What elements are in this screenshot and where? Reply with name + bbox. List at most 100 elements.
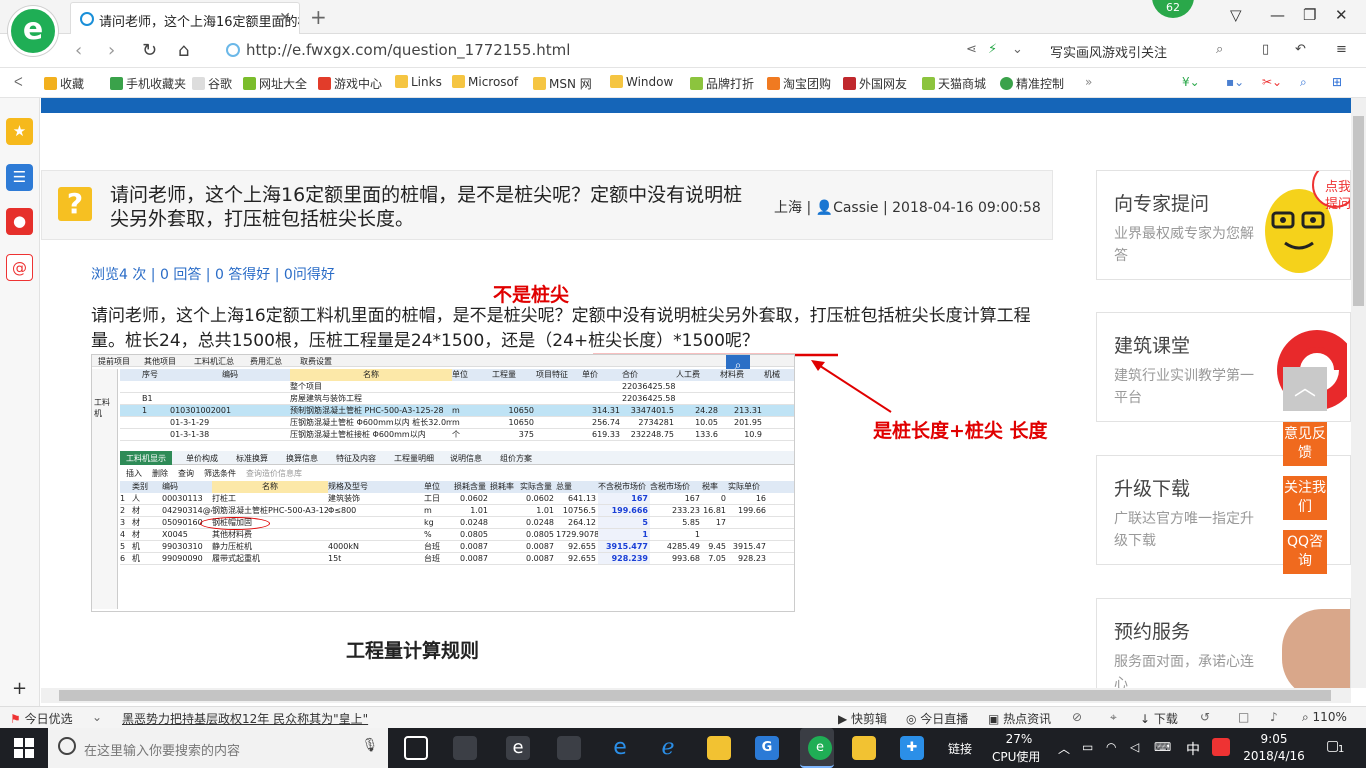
forward-icon[interactable]: › xyxy=(108,40,115,61)
back-icon[interactable]: ‹ xyxy=(75,40,82,61)
back-to-top-icon[interactable]: ︿ xyxy=(1283,367,1327,411)
add-icon[interactable]: + xyxy=(12,678,27,699)
reader-icon[interactable]: ☰ xyxy=(6,164,33,191)
bookmark-item[interactable]: MSN 网 xyxy=(533,75,592,92)
mobile-icon[interactable]: ▯ xyxy=(1262,42,1269,57)
status-item[interactable]: ▣ 热点资讯 xyxy=(988,710,1051,727)
pinwheel-app-icon[interactable] xyxy=(453,736,477,760)
volume-icon[interactable]: ◁ xyxy=(1130,740,1139,754)
new-tab-icon[interactable]: + xyxy=(310,5,327,29)
url-field[interactable]: http://e.fwxgx.com/question_1772155.html xyxy=(222,39,962,63)
notes-app-icon[interactable] xyxy=(852,736,876,760)
shot-upper-row[interactable]: B1 房屋建筑与装饰工程 22036425.58 xyxy=(120,393,794,405)
search-hint[interactable]: 写实画风游戏引关注 xyxy=(1050,42,1167,61)
window-icon[interactable]: □ xyxy=(1238,710,1249,724)
restore-icon[interactable]: ↺ xyxy=(1200,710,1210,724)
refresh-icon[interactable]: ↻ xyxy=(142,40,157,61)
bookmark-item[interactable]: 外国网友 xyxy=(843,75,907,92)
zoom-level[interactable]: ⌕ 110% xyxy=(1302,710,1347,725)
shot-lower-row[interactable]: 6 机 99090090 履带式起重机 15t 台班 0.0087 0.0087 92.655 9… xyxy=(120,553,794,565)
ask-expert-card[interactable]: 向专家提问 业界最权威专家为您解答 点我提问 xyxy=(1096,170,1351,280)
minimize-icon[interactable]: — xyxy=(1270,6,1285,24)
weibo-icon[interactable]: ● xyxy=(6,208,33,235)
wifi-icon[interactable]: ◠ xyxy=(1106,740,1116,754)
shot-lower-row[interactable]: 5 机 99030310 静力压桩机 4000kN 台班 0.0087 0.0087 92.65… xyxy=(120,541,794,553)
browser-logo[interactable]: e xyxy=(8,6,58,56)
qq-consult-button[interactable]: QQ咨询 xyxy=(1283,530,1327,574)
find-icon[interactable]: ⌕ xyxy=(1300,75,1307,90)
bookmark-item[interactable]: 谷歌 xyxy=(192,75,232,92)
more-bookmarks-icon[interactable]: » xyxy=(1085,75,1092,89)
bookmark-item[interactable]: Window xyxy=(610,75,673,89)
bookmark-item[interactable]: 收藏 xyxy=(44,75,84,92)
bookmark-item[interactable]: 精准控制 xyxy=(1000,75,1064,92)
internet-explorer-icon[interactable]: ℯ xyxy=(656,736,680,760)
plugin-icon[interactable]: ▪⌄ xyxy=(1226,75,1244,89)
home-icon[interactable]: ⌂ xyxy=(178,40,189,61)
ie-app-icon[interactable]: e xyxy=(506,736,530,760)
tab-active[interactable]: 请问老师，这个上海16定额里面的桩 ✕ xyxy=(70,2,300,34)
feedback-button[interactable]: 意见反馈 xyxy=(1283,422,1327,466)
link-label[interactable]: 链接 xyxy=(948,740,972,757)
horizontal-scroll-thumb[interactable] xyxy=(59,690,1331,701)
battery-icon[interactable]: ▭ xyxy=(1082,740,1093,754)
ime-language[interactable]: 中 xyxy=(1186,739,1200,759)
shot-lower-row[interactable]: 1 人 00030113 打桩工 建筑装饰 工日 0.0602 0.0602 641.13 167… xyxy=(120,493,794,505)
vertical-scrollbar[interactable] xyxy=(1351,98,1366,688)
status-item[interactable]: ◎ 今日直播 xyxy=(906,710,968,727)
task-view-icon[interactable] xyxy=(404,736,428,760)
screenshot-icon[interactable]: ✂⌄ xyxy=(1262,75,1282,89)
favorites-icon[interactable]: ★ xyxy=(6,118,33,145)
speed-icon[interactable]: ⚡ xyxy=(988,42,997,57)
maximize-icon[interactable]: ❐ xyxy=(1303,6,1316,24)
taskbar-search[interactable]: 在这里输入你要搜索的内容 🎙 xyxy=(48,728,388,768)
mute-icon[interactable]: ♪ xyxy=(1270,710,1278,724)
plus-app-icon[interactable]: ✚ xyxy=(900,736,924,760)
news-headline[interactable]: 黑恶势力把持基层政权12年 民众称其为"皇上" xyxy=(122,710,368,727)
mail-icon[interactable]: @ xyxy=(6,254,33,281)
shot-upper-row[interactable]: 01-3-1-29 压钢筋混凝土管桩 Φ600mm以内 桩长32.0m以内 m 106… xyxy=(120,417,794,429)
bookmark-item[interactable]: 淘宝团购 xyxy=(767,75,831,92)
status-item[interactable]: ▶ 快剪辑 xyxy=(838,710,887,727)
search-icon[interactable]: ⌕ xyxy=(1216,42,1223,57)
spiral-app-icon[interactable] xyxy=(557,736,581,760)
edge-icon[interactable]: e xyxy=(608,736,632,760)
bookmark-item[interactable]: 品牌打折 xyxy=(690,75,754,92)
bookmark-item[interactable]: 游戏中心 xyxy=(318,75,382,92)
menu-icon[interactable]: ≡ xyxy=(1336,42,1347,57)
shot-upper-row[interactable]: 01-3-1-38 压钢筋混凝土管桩接桩 Φ600mm以内 个 375 619.33 23… xyxy=(120,429,794,441)
service-card[interactable]: 预约服务 服务面对面，承诺心连心 xyxy=(1096,598,1351,688)
shot-lower-row[interactable]: 2材 04290314@4钢筋混凝土管桩PHC-500-A3-125...Φ≤80… xyxy=(120,505,794,517)
bookmark-item[interactable]: Microsof xyxy=(452,75,518,89)
shot-upper-row[interactable]: 1 010301002001 预制钢筋混凝土管桩 PHC-500-A3-125-28… xyxy=(120,405,794,417)
g-app-icon[interactable]: G xyxy=(755,736,779,760)
notification-badge[interactable]: 62 xyxy=(1152,0,1194,18)
tools-icon[interactable]: ⊞ xyxy=(1332,75,1342,89)
coupon-icon[interactable]: ¥⌄ xyxy=(1182,75,1200,89)
tab-close-icon[interactable]: ✕ xyxy=(279,10,291,26)
keyboard-icon[interactable]: ⌨ xyxy=(1154,740,1171,754)
today-pick[interactable]: ⚑ 今日优选 xyxy=(10,710,73,727)
bookmark-item[interactable]: 手机收藏夹 xyxy=(110,75,186,92)
shot-lower-row[interactable]: 4 材 X0045 其他材料费% 0.0805 0.0805 1729.9078 1 1 xyxy=(120,529,794,541)
shot-upper-row[interactable]: 整个项目 22036425.58 xyxy=(120,381,794,393)
chevron-down-icon[interactable]: ⌄ xyxy=(1012,42,1023,57)
undo-icon[interactable]: ↶ xyxy=(1295,42,1306,57)
windows-start-icon[interactable] xyxy=(14,738,34,758)
speed-up-icon[interactable]: ⊘ xyxy=(1072,710,1082,724)
tray-expand-icon[interactable]: ︿ xyxy=(1058,740,1070,757)
vertical-scroll-thumb[interactable] xyxy=(1353,116,1364,306)
sogou-icon[interactable] xyxy=(1212,738,1230,756)
file-explorer-icon[interactable] xyxy=(707,736,731,760)
clock-time[interactable]: 9:05 xyxy=(1248,732,1300,746)
bookmark-item[interactable]: 天猫商城 xyxy=(922,75,986,92)
clock-date[interactable]: 2018/4/16 xyxy=(1242,749,1306,763)
bookmark-item[interactable]: 网址大全 xyxy=(243,75,307,92)
close-window-icon[interactable]: ✕ xyxy=(1335,6,1348,24)
horizontal-scrollbar[interactable] xyxy=(41,688,1351,703)
microphone-icon[interactable]: 🎙 xyxy=(361,738,378,753)
follow-button[interactable]: 关注我们 xyxy=(1283,476,1327,520)
pin-icon[interactable]: ⌖ xyxy=(1110,710,1117,725)
bookmark-item[interactable]: Links xyxy=(395,75,442,89)
download-button[interactable]: ↓ 下载 xyxy=(1140,710,1178,727)
